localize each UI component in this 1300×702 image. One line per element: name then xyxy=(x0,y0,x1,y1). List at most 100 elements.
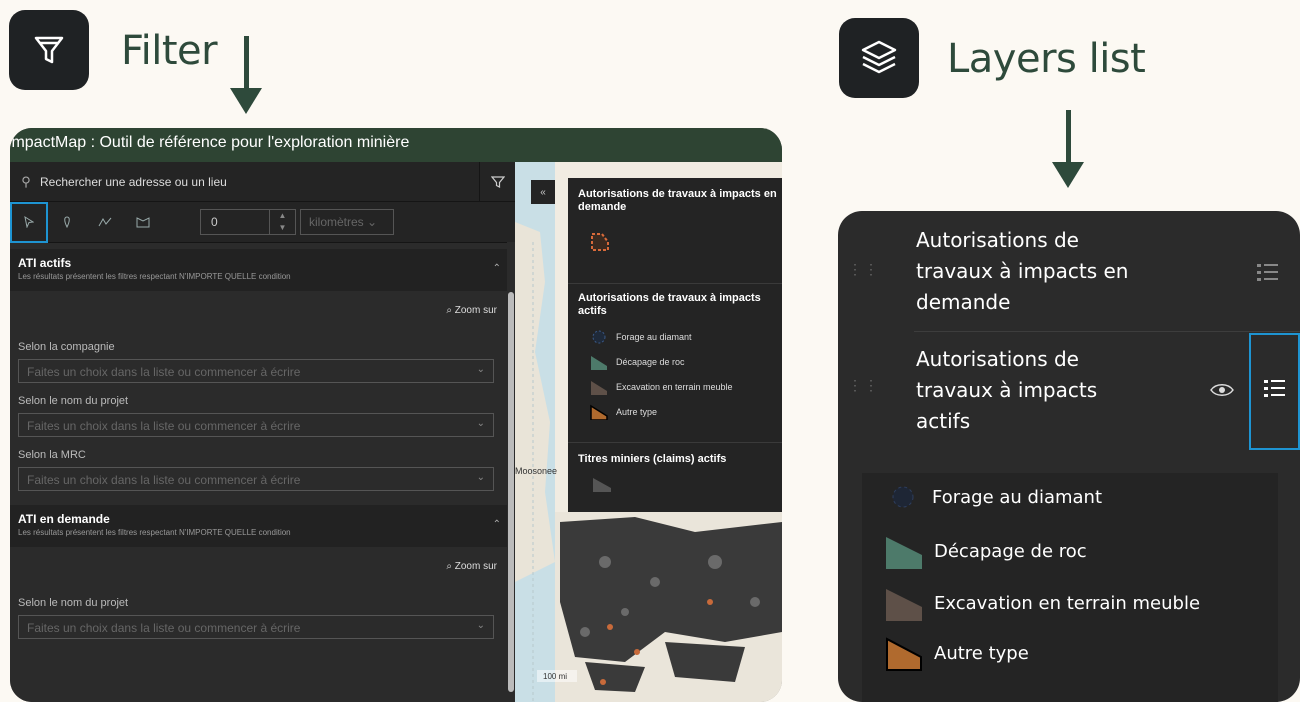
selection-toolbar: 0 ▲ ▼ kilomètres ⌄ xyxy=(10,201,515,243)
project-name-select-demande[interactable]: Faites un choix dans la liste ou commenc… xyxy=(18,615,494,639)
legend-item: Décapage de roc xyxy=(568,349,782,374)
search-icon: ⚲ xyxy=(21,173,31,189)
legend-item: Autre type xyxy=(886,635,1029,671)
distance-unit: kilomètres xyxy=(309,215,364,229)
map-legend: Autorisations de travaux à impacts en de… xyxy=(568,178,782,512)
legend-item-label: Forage au diamant xyxy=(616,331,692,342)
excavation-swatch-icon xyxy=(886,589,922,621)
polygon-icon xyxy=(136,217,150,228)
legend-toggle-button-selected[interactable] xyxy=(1249,333,1300,450)
section-subtitle: Les résultats présentent les filtres res… xyxy=(18,528,291,537)
legend-item-label: Décapage de roc xyxy=(934,540,1087,562)
decapage-swatch-icon xyxy=(591,355,607,370)
layer-title[interactable]: Autorisations de travaux à impacts en de… xyxy=(916,225,1136,318)
scrollbar-thumb[interactable] xyxy=(508,292,514,692)
field-label: Selon le nom du projet xyxy=(18,395,129,407)
polyline-tool[interactable] xyxy=(86,202,124,243)
distance-input[interactable]: 0 ▲ ▼ xyxy=(200,209,296,235)
zoom-label: Zoom sur xyxy=(454,305,497,316)
legend-item-label: Excavation en terrain meuble xyxy=(934,592,1201,614)
filter-title: Filter xyxy=(121,28,218,74)
legend-item: Autre type xyxy=(568,399,782,424)
select-placeholder: Faites un choix dans la liste ou commenc… xyxy=(27,473,301,487)
collapse-legend-button[interactable]: « xyxy=(531,180,555,204)
pointer-icon xyxy=(24,216,34,228)
section-title: ATI actifs xyxy=(18,256,72,270)
filter-toggle-button[interactable] xyxy=(479,161,515,202)
search-input[interactable]: Rechercher une adresse ou un lieu xyxy=(40,175,479,189)
filter-down-arrow xyxy=(230,36,262,114)
legend-group-title: Autorisations de travaux à impacts en de… xyxy=(578,188,777,213)
select-placeholder: Faites un choix dans la liste ou commenc… xyxy=(27,419,301,433)
chevron-down-icon: ⌄ xyxy=(476,364,485,375)
legend-item-label: Excavation en terrain meuble xyxy=(616,381,733,392)
map-place-label: Moosonee xyxy=(515,466,557,476)
legend-item: Forage au diamant xyxy=(568,324,782,349)
map-view[interactable]: Moosonee 100 mi « Autorisations de trava… xyxy=(515,162,782,702)
layer-title[interactable]: Autorisations de travaux à impacts actif… xyxy=(916,344,1116,437)
chevron-up-icon: ⌃ xyxy=(492,519,501,530)
zoom-to-button[interactable]: ⌕ Zoom sur xyxy=(10,291,515,329)
legend-item-label: Forage au diamant xyxy=(932,486,1103,508)
pin-icon xyxy=(64,216,70,228)
layers-down-arrow xyxy=(1052,110,1084,188)
chevron-down-icon: ⌄ xyxy=(476,620,485,631)
legend-item-label: Autre type xyxy=(934,642,1029,664)
legend-item: Forage au diamant xyxy=(886,485,1102,509)
filter-panel: ⚲ Rechercher une adresse ou un lieu 0 ▲ ▼ xyxy=(10,161,515,702)
company-select[interactable]: Faites un choix dans la liste ou commenc… xyxy=(18,359,494,383)
section-ati-en-demande-header[interactable]: ATI en demande Les résultats présentent … xyxy=(10,505,515,547)
legend-list-icon[interactable] xyxy=(1255,261,1281,287)
point-tool[interactable] xyxy=(48,202,86,243)
funnel-icon xyxy=(34,36,64,64)
legend-list-icon xyxy=(1264,380,1285,397)
distance-stepper[interactable]: ▲ ▼ xyxy=(269,210,295,234)
project-name-select[interactable]: Faites un choix dans la liste ou commenc… xyxy=(18,413,494,437)
section-subtitle: Les résultats présentent les filtres res… xyxy=(18,272,291,281)
legend-item-label: Autre type xyxy=(616,406,658,417)
divider xyxy=(914,331,1300,332)
chevron-down-icon: ⌄ xyxy=(476,418,485,429)
funnel-icon xyxy=(490,175,505,188)
layers-list-panel: ⋮⋮ Autorisations de travaux à impacts en… xyxy=(838,211,1300,702)
autre-type-swatch-icon xyxy=(590,404,608,420)
distance-value: 0 xyxy=(211,215,218,229)
field-label: Selon la compagnie xyxy=(18,341,115,353)
claims-swatch-icon xyxy=(593,478,611,492)
diamond-drill-icon xyxy=(592,330,606,343)
visibility-eye-icon[interactable] xyxy=(1210,382,1234,398)
drag-handle-icon[interactable]: ⋮⋮ xyxy=(848,262,880,276)
app-title: ImpactMap : Outil de référence pour l'ex… xyxy=(10,134,410,151)
diamond-drill-icon xyxy=(892,486,914,508)
legend-item-label: Décapage de roc xyxy=(616,356,685,367)
layer-legend: Forage au diamant Décapage de roc Excava… xyxy=(862,473,1278,702)
section-title: ATI en demande xyxy=(18,512,110,526)
layers-header-icon-tile xyxy=(839,18,919,98)
legend-item: Excavation en terrain meuble xyxy=(568,374,782,399)
mrc-select[interactable]: Faites un choix dans la liste ou commenc… xyxy=(18,467,494,491)
section-ati-actifs-header[interactable]: ATI actifs Les résultats présentent les … xyxy=(10,249,515,291)
impactmap-app: ImpactMap : Outil de référence pour l'ex… xyxy=(10,128,782,702)
app-title-bar: ImpactMap : Outil de référence pour l'ex… xyxy=(10,128,782,162)
field-label: Selon le nom du projet xyxy=(18,597,129,609)
chevron-down-icon: ⌄ xyxy=(476,472,485,483)
excavation-swatch-icon xyxy=(591,380,607,395)
field-label: Selon la MRC xyxy=(18,449,86,461)
decapage-swatch-icon xyxy=(886,537,922,569)
filter-header-icon-tile xyxy=(9,10,89,90)
polygon-tool[interactable] xyxy=(124,202,162,243)
layers-icon xyxy=(861,40,897,74)
zoom-label: Zoom sur xyxy=(454,561,497,572)
search-bar[interactable]: ⚲ Rechercher une adresse ou un lieu xyxy=(10,161,515,202)
drag-handle-icon[interactable]: ⋮⋮ xyxy=(848,378,880,392)
legend-item: Décapage de roc xyxy=(886,533,1087,569)
zoom-to-button[interactable]: ⌕ Zoom sur xyxy=(10,547,515,585)
legend-item: Excavation en terrain meuble xyxy=(886,585,1200,621)
select-pointer-tool[interactable] xyxy=(10,201,48,243)
polyline-icon xyxy=(98,217,112,227)
select-placeholder: Faites un choix dans la liste ou commenc… xyxy=(27,365,301,379)
select-placeholder: Faites un choix dans la liste ou commenc… xyxy=(27,621,301,635)
panel-scrollbar[interactable] xyxy=(507,242,515,702)
distance-unit-select[interactable]: kilomètres ⌄ xyxy=(300,209,394,235)
